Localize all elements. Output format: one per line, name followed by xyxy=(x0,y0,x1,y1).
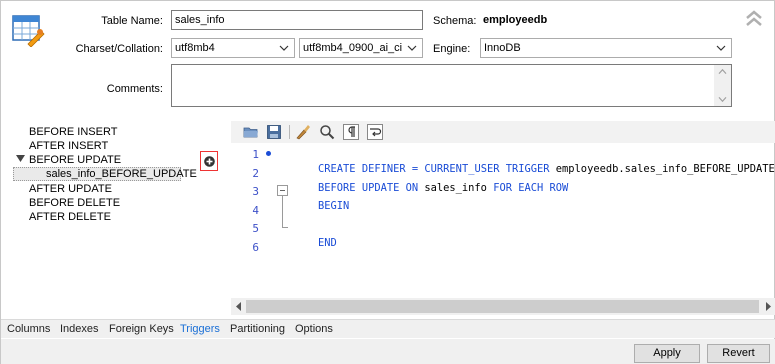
chevron-down-icon xyxy=(407,45,417,51)
scrollbar-thumb[interactable] xyxy=(246,300,759,313)
code-line-5[interactable]: END xyxy=(293,222,337,264)
collapse-chevron-icon[interactable] xyxy=(744,9,764,29)
scroll-right-icon[interactable] xyxy=(761,298,775,315)
line-number: 4 xyxy=(252,204,259,217)
tab-columns[interactable]: Columns xyxy=(7,322,50,336)
code-line-3[interactable]: BEGIN xyxy=(293,185,349,227)
expand-triangle-icon[interactable] xyxy=(16,154,25,163)
tree-item-after-delete[interactable]: AFTER DELETE xyxy=(29,210,111,224)
beautify-icon[interactable] xyxy=(295,124,311,140)
schema-label: Schema: xyxy=(433,15,477,27)
fold-guide-end xyxy=(282,227,288,228)
collation-value: utf8mb4_0900_ai_ci xyxy=(303,42,403,54)
fold-toggle[interactable] xyxy=(277,185,288,196)
tree-item-after-insert[interactable]: AFTER INSERT xyxy=(29,139,108,153)
table-name-input[interactable]: sales_info xyxy=(171,10,423,30)
charset-select[interactable]: utf8mb4 xyxy=(171,38,295,58)
tree-item-before-delete[interactable]: BEFORE DELETE xyxy=(29,196,120,210)
engine-select[interactable]: InnoDB xyxy=(480,38,732,58)
tab-options[interactable]: Options xyxy=(295,322,333,336)
engine-value: InnoDB xyxy=(484,42,521,54)
tab-foreign-keys[interactable]: Foreign Keys xyxy=(109,322,174,336)
comments-label: Comments: xyxy=(106,83,163,95)
plus-circle-icon xyxy=(204,156,215,167)
minus-icon xyxy=(280,190,285,191)
fold-guide xyxy=(282,196,283,227)
code-token: BEGIN xyxy=(318,200,350,212)
current-line-marker xyxy=(266,151,271,156)
save-icon[interactable] xyxy=(266,124,282,140)
table-name-label: Table Name: xyxy=(101,15,163,27)
chevron-down-icon xyxy=(716,45,726,51)
line-number: 3 xyxy=(252,185,259,198)
schema-value: employeedb xyxy=(483,14,548,26)
open-folder-icon[interactable] xyxy=(243,124,259,140)
charset-label: Charset/Collation: xyxy=(75,43,163,55)
comments-scrollbar[interactable] xyxy=(714,65,731,106)
tree-item-before-insert[interactable]: BEFORE INSERT xyxy=(29,125,117,139)
tab-indexes[interactable]: Indexes xyxy=(60,322,99,336)
tab-partitioning[interactable]: Partitioning xyxy=(230,322,285,336)
collation-select[interactable]: utf8mb4_0900_ai_ci xyxy=(299,38,423,58)
toolbar-separator xyxy=(289,125,290,139)
code-token: FOR EACH ROW xyxy=(493,182,569,194)
line-number: 6 xyxy=(252,241,259,254)
line-number: 5 xyxy=(252,222,259,235)
revert-button[interactable]: Revert xyxy=(707,344,770,363)
code-token: END xyxy=(318,237,337,249)
line-number: 2 xyxy=(252,167,259,180)
tab-triggers[interactable]: Triggers xyxy=(180,322,220,336)
code-token: sales_info xyxy=(418,182,494,194)
charset-value: utf8mb4 xyxy=(175,42,215,54)
find-icon[interactable] xyxy=(319,124,335,140)
tree-item-after-update[interactable]: AFTER UPDATE xyxy=(29,182,112,196)
engine-label: Engine: xyxy=(433,43,471,55)
line-number: 1 xyxy=(252,148,259,161)
word-wrap-icon[interactable] xyxy=(367,124,383,140)
code-token: employeedb.sales_info_BEFORE_UPDATE xyxy=(549,163,775,175)
editor-toolbar xyxy=(231,121,775,143)
tree-item-sales-info-before-update[interactable]: sales_info_BEFORE_UPDATE xyxy=(46,167,197,181)
comments-textarea[interactable] xyxy=(171,64,732,107)
footer-bar: Apply Revert xyxy=(1,339,775,364)
table-icon xyxy=(12,15,45,47)
table-editor-window: Table Name: sales_info Schema: employeed… xyxy=(0,0,775,364)
chevron-down-icon xyxy=(279,45,289,51)
editor-horizontal-scrollbar[interactable] xyxy=(231,298,775,315)
apply-button[interactable]: Apply xyxy=(634,344,700,363)
scroll-left-icon[interactable] xyxy=(231,298,246,315)
invisible-chars-icon[interactable] xyxy=(343,124,359,140)
editor-tabs: Columns Indexes Foreign Keys Triggers Pa… xyxy=(1,319,775,338)
add-trigger-button[interactable] xyxy=(200,151,218,171)
tree-item-before-update[interactable]: BEFORE UPDATE xyxy=(29,153,121,167)
